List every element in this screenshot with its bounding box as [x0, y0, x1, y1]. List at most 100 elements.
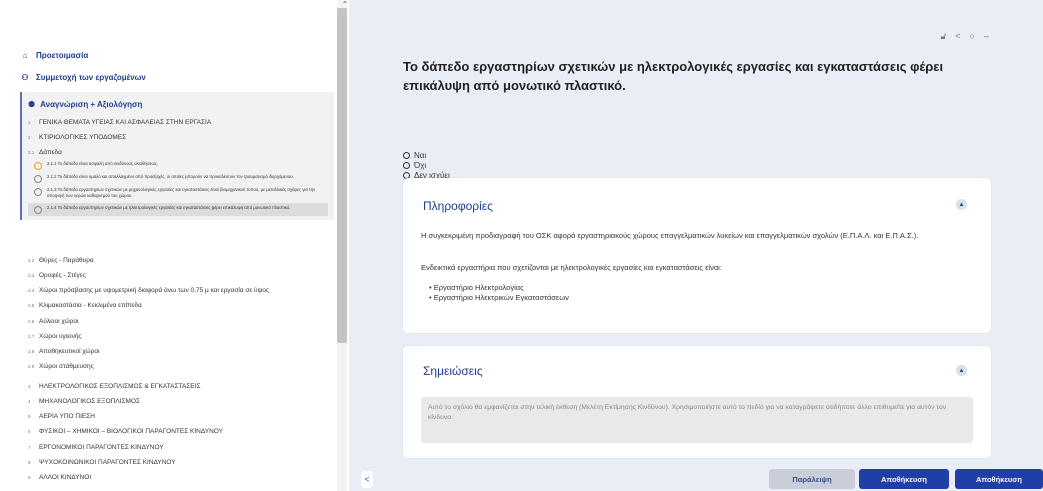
subitem-2-1-2[interactable]: 2.1.2 Το δάπεδο είναι ομαλό και απαλλαγμ…: [28, 174, 328, 184]
sidebar-list: 2.2 Θύρες - Παράθυρα 2.3 Οροφές - Στέγες 2…: [28, 250, 328, 482]
info-card: Πληροφορίες ▲ Η συγκεκριμένη προδιαγραφή…: [403, 178, 991, 333]
subitem-text: 2.1.1 Το δάπεδο είναι ασφαλή από κινδύνο…: [47, 161, 159, 167]
sidebar-item[interactable]: 2.3 Οροφές - Στέγες: [28, 272, 328, 280]
nav-link-label: Προετοιμασία: [36, 50, 89, 60]
skip-button[interactable]: Παράλειψη: [769, 469, 855, 489]
item-label: Οροφές - Στέγες: [39, 272, 86, 280]
sidebar-item[interactable]: 2.5 Κλιμακοστάσια - Κεκλιμένα επίπεδα: [28, 302, 328, 310]
nav-link-preparation[interactable]: ⌂ Προετοιμασία: [20, 44, 320, 66]
item-number: 4: [28, 399, 31, 405]
nav-link-label: Συμμετοχή των εργαζομένων: [36, 72, 146, 82]
notes-textarea[interactable]: Αυτό το σχόλιο θα εμφανίζεται στην τελικ…: [421, 397, 973, 443]
sidebar-item[interactable]: 8 ΨΥΧΟΚΟΙΝΩΝΙΚΟΙ ΠΑΡΑΓΟΝΤΕΣ ΚΙΝΔΥΝΟΥ: [28, 459, 328, 467]
item-label: Χώροι στάθμευσης: [39, 362, 94, 370]
chevron-up-icon[interactable]: ▲: [956, 365, 967, 376]
subitem-2-1-4[interactable]: 2.1.4 Το δάπεδο εργαστηρίων σχετικών με …: [28, 202, 328, 216]
info-bullets: • Εργαστήριο Ηλεκτρολογίας • Εργαστήριο …: [429, 283, 569, 303]
item-number: 2.1: [28, 150, 35, 156]
section-identification: ⚉ Αναγνώριση + Αξιολόγηση 1 ΓΕΝΙΚΑ ΘΕΜΑΤ…: [20, 92, 334, 220]
item-number: 2.3: [28, 273, 35, 279]
item-label: ΕΡΓΟΝΟΜΙΚΟΙ ΠΑΡΑΓΟΝΤΕΣ ΚΙΝΔΥΝΟΥ: [39, 443, 164, 451]
item-label: ΑΛΛΟΙ ΚΙΝΔΥΝΟΙ: [39, 473, 92, 481]
sidebar-item[interactable]: 2.2 Θύρες - Παράθυρα: [28, 257, 328, 265]
item-label: Αύλειοι χώροι: [39, 317, 79, 325]
subitem-text: 2.1.3 Το δάπεδο εργαστηρίων σχετικών με …: [47, 187, 316, 199]
item-label: ΦΥΣΙΚΟΙ – ΧΗΜΙΚΟΙ – ΒΙΟΛΟΓΙΚΟΙ ΠΑΡΑΓΟΝΤΕ…: [39, 428, 223, 436]
radio-icon[interactable]: [403, 151, 410, 159]
sidebar-item[interactable]: 9 ΑΛΛΟΙ ΚΙΝΔΥΝΟΙ: [28, 474, 328, 482]
option-no[interactable]: Όχι: [403, 160, 450, 170]
subitem-2-1-1[interactable]: 2.1.1 Το δάπεδο είναι ασφαλή από κινδύνο…: [28, 161, 328, 171]
unlock-icon[interactable]: 🔓︎: [940, 31, 946, 42]
nav-link-participation[interactable]: ⚇ Συμμετοχή των εργαζομένων: [20, 66, 320, 88]
bullet-text: Εργαστήριο Ηλεκτρολογίας: [433, 283, 524, 292]
chevron-up-icon[interactable]: ▲: [956, 199, 967, 210]
answer-options: Ναι Όχι Δεν ισχύει: [403, 150, 450, 180]
sidebar-item[interactable]: 6 ΦΥΣΙΚΟΙ – ΧΗΜΙΚΟΙ – ΒΙΟΛΟΓΙΚΟΙ ΠΑΡΑΓΟΝΤ…: [28, 428, 328, 436]
top-nav: ⌂ Προετοιμασία ⚇ Συμμετοχή των εργαζομέν…: [20, 44, 320, 88]
sidebar-item[interactable]: 4 ΜΗΧΑΝΟΛΟΓΙΚΟΣ ΕΞΟΠΛΙΣΜΟΣ: [28, 398, 328, 406]
bullet-item: • Εργαστήριο Ηλεκτρικών Εγκαταστάσεων: [429, 293, 569, 302]
sidebar-item-floors[interactable]: 2.1 Δάπεδα: [28, 149, 328, 157]
item-label: ΚΤΙΡΙΟΛΟΓΙΚΕΣ ΥΠΟΔΟΜΕΣ: [39, 134, 127, 142]
status-circle-icon: [34, 205, 42, 214]
option-label: Όχι: [414, 160, 427, 170]
item-number: 2.6: [28, 318, 35, 324]
item-number: 2.5: [28, 303, 35, 309]
option-label: Ναι: [414, 150, 427, 160]
section-title-label: Αναγνώριση + Αξιολόγηση: [40, 99, 143, 109]
save-button[interactable]: Αποθήκευση: [859, 469, 949, 489]
save-button-secondary[interactable]: Αποθήκευση: [955, 469, 1043, 489]
item-number: 5: [28, 414, 31, 420]
toolbar-icons: 🔓︎ < ○ –: [940, 31, 989, 42]
item-number: 2.2: [28, 258, 35, 263]
item-number: 2.8: [28, 348, 35, 354]
radio-icon[interactable]: [403, 161, 410, 169]
sidebar-item[interactable]: 2.9 Χώροι στάθμευσης: [28, 363, 328, 371]
item-label: Θύρες - Παράθυρα: [39, 257, 94, 264]
item-number: 1: [28, 120, 31, 125]
item-label: ΜΗΧΑΝΟΛΟΓΙΚΟΣ ΕΞΟΠΛΙΣΜΟΣ: [39, 398, 141, 406]
item-label: ΨΥΧΟΚΟΙΝΩΝΙΚΟΙ ΠΑΡΑΓΟΝΤΕΣ ΚΙΝΔΥΝΟΥ: [39, 458, 176, 466]
option-yes[interactable]: Ναι: [403, 150, 450, 160]
subitem-2-1-3[interactable]: 2.1.3 Το δάπεδο εργαστηρίων σχετικών με …: [28, 187, 328, 199]
circle-icon[interactable]: ○: [970, 31, 975, 42]
item-label: Χώροι υγιεινής: [39, 332, 82, 340]
item-number: 2.9: [28, 363, 35, 369]
sidebar-item-buildings[interactable]: 2 ΚΤΙΡΙΟΛΟΓΙΚΕΣ ΥΠΟΔΟΜΕΣ: [28, 134, 328, 142]
info-title: Πληροφορίες: [423, 199, 493, 213]
sidebar-item[interactable]: 3 ΗΛΕΚΤΡΟΛΟΓΙΚΟΣ ΕΞΟΠΛΙΣΜΟΣ & ΕΓΚΑΤΑΣΤΑΣΕ…: [28, 383, 328, 391]
main-panel: 🔓︎ < ○ – Το δάπεδο εργαστηρίων σχετικών …: [349, 0, 1043, 491]
bullet-text: Εργαστήριο Ηλεκτρικών Εγκαταστάσεων: [433, 293, 569, 302]
item-number: 9: [28, 474, 31, 480]
item-label: Αποθηκευτικοί χώροι: [39, 347, 100, 355]
sidebar-item[interactable]: 2.6 Αύλειοι χώροι: [28, 318, 328, 326]
item-label: ΑΕΡΙΑ ΥΠΟ ΠΙΕΣΗ: [39, 413, 95, 421]
sidebar-item[interactable]: 2.7 Χώροι υγιεινής: [28, 333, 328, 341]
sidebar-item[interactable]: 2.8 Αποθηκευτικοί χώροι: [28, 348, 328, 356]
check-circle-icon: ⚉: [28, 99, 36, 109]
share-icon[interactable]: <: [955, 31, 960, 42]
status-circle-icon: [34, 188, 42, 197]
scrollbar-thumb[interactable]: [337, 8, 347, 343]
sidebar-item-general[interactable]: 1 ΓΕΝΙΚΑ ΘΕΜΑΤΑ ΥΓΕΙΑΣ ΚΑΙ ΑΣΦΑΛΕΙΑΣ ΣΤΗ…: [28, 119, 328, 127]
item-number: 2.4: [28, 288, 35, 294]
bottom-bar: < Παράλειψη Αποθήκευση Αποθήκευση: [361, 469, 1043, 491]
status-circle-icon: [34, 162, 42, 171]
chevron-left-icon[interactable]: <: [361, 471, 373, 488]
item-label: Δάπεδα: [39, 149, 62, 157]
sidebar-item[interactable]: 2.4 Χώροι πρόσβασης με υψομετρική διαφορά…: [28, 287, 328, 295]
people-icon: ⚇: [21, 72, 29, 82]
item-number: 2.7: [28, 333, 35, 339]
sidebar-item[interactable]: 5 ΑΕΡΙΑ ΥΠΟ ΠΙΕΣΗ: [28, 413, 328, 421]
item-number: 3: [28, 384, 31, 389]
status-circle-icon: [34, 175, 42, 184]
home-icon: ⌂: [22, 50, 28, 60]
info-paragraph: Ενδεικτικά εργαστήρια που σχετίζονται με…: [421, 263, 722, 272]
bullet-item: • Εργαστήριο Ηλεκτρολογίας: [429, 283, 524, 292]
section-title[interactable]: ⚉ Αναγνώριση + Αξιολόγηση: [28, 96, 328, 112]
item-label: Κλιμακοστάσια - Κεκλιμένα επίπεδα: [39, 302, 142, 310]
sidebar-item[interactable]: 7 ΕΡΓΟΝΟΜΙΚΟΙ ΠΑΡΑΓΟΝΤΕΣ ΚΙΝΔΥΝΟΥ: [28, 444, 328, 452]
info-paragraph: Η συγκεκριμένη προδιαγραφή του ΟΣΚ αφορά…: [421, 231, 919, 240]
minimize-icon[interactable]: –: [984, 31, 989, 42]
